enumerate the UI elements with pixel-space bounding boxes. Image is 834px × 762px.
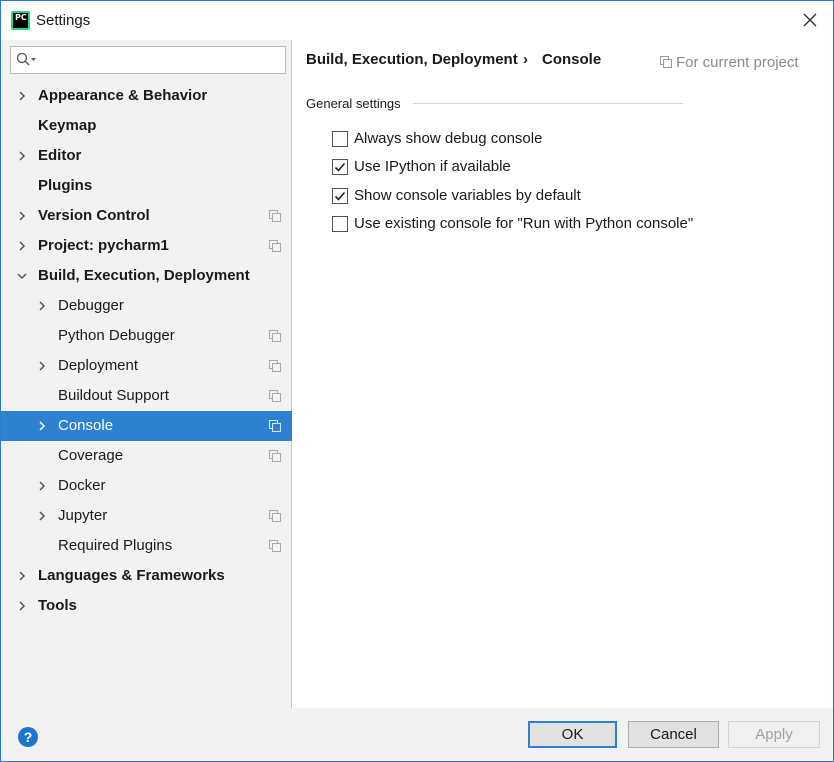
pycharm-app-icon: PC	[11, 11, 30, 30]
settings-sidebar: Appearance & Behavior Keymap Editor Plugins…	[0, 40, 292, 708]
tree-item-label: Buildout Support	[58, 387, 169, 404]
option-label: Always show debug console	[354, 130, 543, 147]
section-title: General settings	[306, 96, 401, 111]
project-settings-icon	[269, 210, 281, 222]
tree-item-project-pycharm1[interactable]: Project: pycharm1	[1, 231, 292, 261]
tree-item-label: Coverage	[58, 447, 124, 464]
tree-item-deployment[interactable]: Deployment	[1, 351, 292, 381]
tree-item-editor[interactable]: Editor	[1, 141, 292, 171]
project-settings-icon	[269, 360, 281, 372]
project-settings-icon	[660, 56, 672, 68]
tree-item-required-plugins[interactable]: Required Plugins	[1, 531, 292, 561]
settings-tree: Appearance & Behavior Keymap Editor Plugins…	[1, 81, 292, 621]
chevron-right-icon[interactable]	[17, 571, 27, 581]
search-icon	[16, 52, 36, 66]
tree-item-coverage[interactable]: Coverage	[1, 441, 292, 471]
tree-item-label: Plugins	[38, 177, 93, 194]
section-divider	[413, 103, 683, 104]
tree-item-label: Deployment	[58, 357, 139, 374]
dialog-footer: ? OK Cancel Apply	[0, 708, 834, 762]
project-settings-icon	[269, 450, 281, 462]
project-settings-icon	[269, 240, 281, 252]
option-label: Use existing console for "Run with Pytho…	[354, 215, 694, 232]
option-label: Use IPython if available	[354, 158, 511, 175]
checkmark-icon	[334, 191, 346, 201]
settings-content: Build, Execution, Deployment › Console F…	[293, 40, 834, 708]
close-icon[interactable]	[801, 11, 819, 29]
help-icon[interactable]: ?	[18, 727, 38, 747]
checkmark-icon	[334, 162, 346, 172]
search-input[interactable]	[10, 46, 286, 74]
cancel-button[interactable]: Cancel	[628, 721, 719, 748]
tree-item-plugins[interactable]: Plugins	[1, 171, 292, 201]
tree-item-tools[interactable]: Tools	[1, 591, 292, 621]
project-settings-icon	[269, 330, 281, 342]
project-settings-icon	[269, 420, 281, 432]
chevron-right-icon[interactable]	[17, 91, 27, 101]
checkbox-unchecked[interactable]	[332, 131, 348, 147]
tree-item-label: Keymap	[38, 117, 97, 134]
tree-item-console[interactable]: Console	[1, 411, 292, 441]
checkbox-unchecked[interactable]	[332, 216, 348, 232]
tree-item-buildout-support[interactable]: Buildout Support	[1, 381, 292, 411]
tree-item-jupyter[interactable]: Jupyter	[1, 501, 292, 531]
tree-item-build-execution-deployment[interactable]: Build, Execution, Deployment	[1, 261, 292, 291]
chevron-right-icon[interactable]	[17, 241, 27, 251]
tree-item-label: Required Plugins	[58, 537, 173, 554]
chevron-right-icon[interactable]	[17, 151, 27, 161]
checkbox-checked[interactable]	[332, 159, 348, 175]
tree-item-label: Debugger	[58, 297, 124, 314]
breadcrumb-current: Console	[542, 51, 602, 68]
project-settings-icon	[269, 510, 281, 522]
tree-item-python-debugger[interactable]: Python Debugger	[1, 321, 292, 351]
chevron-right-icon[interactable]	[17, 601, 27, 611]
chevron-right-icon[interactable]	[37, 361, 47, 371]
tree-item-label: Appearance & Behavior	[38, 87, 208, 104]
title-bar: PC Settings	[0, 0, 834, 40]
tree-item-label: Docker	[58, 477, 106, 494]
for-current-project-text: For current project	[676, 54, 799, 71]
chevron-right-icon[interactable]	[37, 301, 47, 311]
project-settings-icon	[269, 540, 281, 552]
window-title: Settings	[36, 12, 91, 29]
tree-item-label: Project: pycharm1	[38, 237, 169, 254]
tree-item-label: Version Control	[38, 207, 150, 224]
tree-item-languages-frameworks[interactable]: Languages & Frameworks	[1, 561, 292, 591]
breadcrumb-parent[interactable]: Build, Execution, Deployment	[306, 51, 518, 68]
ok-button[interactable]: OK	[528, 721, 617, 748]
chevron-right-icon[interactable]	[37, 481, 47, 491]
apply-button[interactable]: Apply	[728, 721, 820, 748]
project-settings-icon	[269, 390, 281, 402]
for-current-project-label: For current project	[660, 54, 799, 71]
tree-item-appearance-behavior[interactable]: Appearance & Behavior	[1, 81, 292, 111]
tree-item-keymap[interactable]: Keymap	[1, 111, 292, 141]
chevron-right-icon[interactable]	[37, 421, 47, 431]
tree-item-label: Build, Execution, Deployment	[38, 267, 250, 284]
tree-item-label: Console	[58, 417, 114, 434]
tree-item-label: Editor	[38, 147, 82, 164]
tree-item-debugger[interactable]: Debugger	[1, 291, 292, 321]
tree-item-label: Jupyter	[58, 507, 108, 524]
tree-item-docker[interactable]: Docker	[1, 471, 292, 501]
tree-item-label: Tools	[38, 597, 77, 614]
tree-item-version-control[interactable]: Version Control	[1, 201, 292, 231]
tree-item-label: Languages & Frameworks	[38, 567, 225, 584]
chevron-right-icon[interactable]	[17, 211, 27, 221]
chevron-down-icon[interactable]	[17, 271, 27, 281]
breadcrumb-separator: ›	[523, 51, 528, 68]
checkbox-checked[interactable]	[332, 188, 348, 204]
tree-item-label: Python Debugger	[58, 327, 175, 344]
chevron-right-icon[interactable]	[37, 511, 47, 521]
option-label: Show console variables by default	[354, 187, 581, 204]
